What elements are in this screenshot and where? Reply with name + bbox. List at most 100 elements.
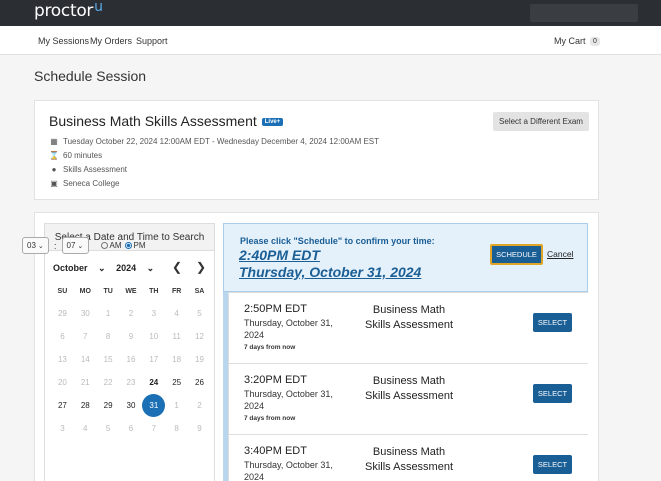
- calendar-day: 1: [165, 394, 188, 417]
- live-plus-badge: Live+: [261, 118, 284, 126]
- calendar-day: 8: [97, 325, 120, 348]
- slot-relative: 7 days from now: [244, 415, 296, 422]
- calendar-day[interactable]: 27: [51, 394, 74, 417]
- calendar-day: 8: [165, 417, 188, 440]
- calendar-day-number: 23: [126, 378, 136, 387]
- logo-accent: u: [94, 0, 103, 15]
- calendar-day: 6: [51, 325, 74, 348]
- select-slot-button[interactable]: SELECT: [533, 455, 572, 474]
- calendar-day[interactable]: 28: [74, 394, 97, 417]
- calendar-day[interactable]: 24: [142, 371, 165, 394]
- calendar-day-number: 3: [60, 424, 65, 433]
- time-colon: :: [54, 240, 57, 251]
- slot-relative: 7 days from now: [244, 344, 296, 351]
- cancel-link[interactable]: Cancel: [547, 249, 573, 259]
- exam-type: Skills Assessment: [63, 165, 128, 174]
- calendar-day-number: 30: [80, 309, 90, 318]
- calendar-day: 1: [97, 302, 120, 325]
- select-slot-button[interactable]: SELECT: [533, 313, 572, 332]
- select-different-exam-button[interactable]: Select a Different Exam: [493, 112, 589, 131]
- year-select[interactable]: 2024 ⌄: [116, 263, 154, 273]
- proctoru-logo[interactable]: proctoru: [34, 0, 103, 21]
- exam-duration-row: ⌛ 60 minutes: [49, 151, 102, 160]
- calendar-day: 13: [51, 348, 74, 371]
- account-menu[interactable]: [530, 4, 638, 22]
- minute-select[interactable]: 07: [61, 237, 89, 254]
- month-value: October: [53, 263, 88, 273]
- hour-select[interactable]: 03: [22, 237, 49, 254]
- nav-support[interactable]: Support: [136, 36, 168, 46]
- calendar-day-number: 1: [105, 309, 111, 318]
- month-select[interactable]: October ⌄: [53, 263, 106, 273]
- am-option[interactable]: AM: [100, 241, 122, 250]
- schedule-button[interactable]: SCHEDULE: [490, 244, 543, 265]
- calendar-day-number: 13: [57, 355, 67, 364]
- circle-icon: ●: [51, 165, 57, 174]
- institution-icon: ▣: [50, 179, 58, 188]
- calendar-day-number: 5: [105, 424, 111, 433]
- calendar-day-selected[interactable]: 31: [142, 394, 166, 417]
- calendar-day: 14: [74, 348, 97, 371]
- calendar-day: 19: [188, 348, 211, 371]
- calendar-day[interactable]: 25: [165, 371, 188, 394]
- calendar-day-number: 28: [80, 401, 90, 410]
- am-label: AM: [109, 241, 122, 250]
- calendar-day: 16: [120, 348, 143, 371]
- calendar-day-number: 21: [80, 378, 90, 387]
- nav-my-sessions[interactable]: My Sessions: [38, 36, 89, 46]
- exam-duration: 60 minutes: [63, 151, 103, 160]
- weekday-header: FR: [171, 288, 182, 295]
- slot-date: Thursday, October 31, 2024: [244, 318, 333, 340]
- calendar-day: 29: [51, 302, 74, 325]
- calendar-day: 4: [74, 417, 97, 440]
- prev-month-icon[interactable]: ❮: [172, 260, 182, 274]
- calendar-day: 12: [188, 325, 211, 348]
- next-month-icon[interactable]: ❯: [196, 260, 206, 274]
- calendar-day: 10: [142, 325, 165, 348]
- calendar-day-number: 9: [197, 424, 202, 433]
- calendar-day-number: 5: [197, 309, 202, 318]
- weekday-header: TH: [149, 288, 159, 295]
- calendar-day[interactable]: 30: [120, 394, 143, 417]
- pm-radio[interactable]: [124, 242, 132, 249]
- calendar-day-number: 4: [83, 424, 88, 433]
- calendar-day-number: 6: [128, 424, 134, 433]
- calendar-day[interactable]: 29: [97, 394, 120, 417]
- calendar-day-number: 10: [149, 332, 159, 341]
- cart-count-badge: 0: [590, 37, 600, 46]
- calendar-day: 17: [142, 348, 165, 371]
- nav-my-orders[interactable]: My Orders: [90, 36, 132, 46]
- logo-text: proctor: [34, 1, 94, 21]
- calendar-day: 2: [120, 302, 143, 325]
- calendar-day-number: 17: [149, 355, 159, 364]
- calendar-day: 3: [51, 417, 74, 440]
- page-title: Schedule Session: [34, 68, 147, 84]
- calendar-day: 3: [142, 302, 165, 325]
- weekday-header: TU: [103, 288, 113, 295]
- am-radio[interactable]: [100, 242, 108, 249]
- pm-option[interactable]: PM: [124, 241, 146, 250]
- calendar-day: 30: [74, 302, 97, 325]
- calendar-day: 23: [120, 371, 143, 394]
- time-slot: 2:50PM EDT Thursday, October 31, 2024 7 …: [228, 292, 588, 363]
- calendar-day[interactable]: 26: [188, 371, 211, 394]
- slot-date: Thursday, October 31, 2024: [244, 460, 333, 481]
- exam-window: Tuesday October 22, 2024 12:00AM EDT - W…: [63, 137, 380, 146]
- exam-window-row: ▦ Tuesday October 22, 2024 12:00AM EDT - …: [49, 137, 379, 146]
- calendar-day: 5: [188, 302, 211, 325]
- calendar-day-number: 19: [195, 355, 204, 364]
- nav-my-cart[interactable]: My Cart 0: [554, 36, 600, 46]
- hour-value: 03: [27, 241, 36, 250]
- select-slot-button[interactable]: SELECT: [533, 384, 572, 403]
- calendar-day: 5: [97, 417, 120, 440]
- slot-time: 2:50PM EDT: [244, 303, 307, 315]
- slot-exam: Business Math Skills Assessment: [364, 304, 454, 331]
- calendar-day: 11: [165, 325, 188, 348]
- calendar-day: 6: [120, 417, 143, 440]
- slot-date: Thursday, October 31, 2024: [244, 389, 333, 411]
- calendar-day-number: 7: [151, 424, 157, 433]
- exam-info-card: Business Math Skills Assessment Live+ Sel…: [34, 100, 599, 200]
- slot-exam: Business Math Skills Assessment: [364, 375, 454, 402]
- calendar-day-number: 4: [174, 309, 179, 318]
- calendar-day-number: 22: [103, 378, 113, 387]
